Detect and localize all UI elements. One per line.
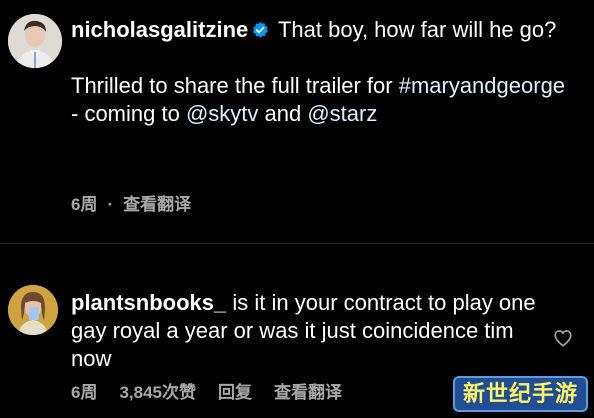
mention-link-skytv[interactable]: @skytv	[186, 101, 258, 126]
meta-separator: ·	[107, 195, 114, 214]
profile-photo-icon	[8, 14, 62, 68]
reply-button[interactable]: 回复	[218, 378, 252, 403]
profile-photo-icon	[8, 285, 58, 335]
reply-avatar[interactable]	[8, 285, 58, 335]
mention-link-starz[interactable]: @starz	[307, 101, 377, 126]
verified-badge-icon	[253, 21, 268, 38]
reply-comment: plantsnbooks_ is it in your contract to …	[71, 289, 541, 373]
reply-age: 6周	[71, 383, 98, 402]
reply-likes-count[interactable]: 3,845次赞	[119, 378, 196, 403]
heart-icon[interactable]	[553, 329, 573, 347]
original-post: nicholasgalitzine That boy, how far will…	[0, 0, 594, 243]
translate-button[interactable]: 查看翻译	[274, 378, 342, 403]
post-age: 6周	[71, 195, 98, 214]
post-username[interactable]: nicholasgalitzine	[71, 17, 248, 42]
avatar[interactable]	[8, 14, 62, 68]
divider	[0, 243, 594, 244]
watermark-logo: 新世纪手游	[452, 376, 588, 412]
reply-meta: 6周 3,845次赞 回复 查看翻译	[71, 378, 342, 403]
reply-username[interactable]: plantsnbooks_	[71, 290, 226, 315]
post-caption: nicholasgalitzine That boy, how far will…	[71, 16, 571, 128]
post-text-line-2: Thrilled to share the full trailer for	[71, 73, 393, 98]
post-text-fragment-and: and	[258, 101, 302, 126]
translate-button[interactable]: 查看翻译	[123, 190, 191, 215]
hashtag-link[interactable]: #maryandgeorge	[399, 73, 565, 98]
post-text-fragment: - coming to	[71, 101, 186, 126]
post-meta: 6周 · 查看翻译	[71, 190, 191, 215]
post-text-line-1: That boy, how far will he go?	[277, 17, 557, 42]
